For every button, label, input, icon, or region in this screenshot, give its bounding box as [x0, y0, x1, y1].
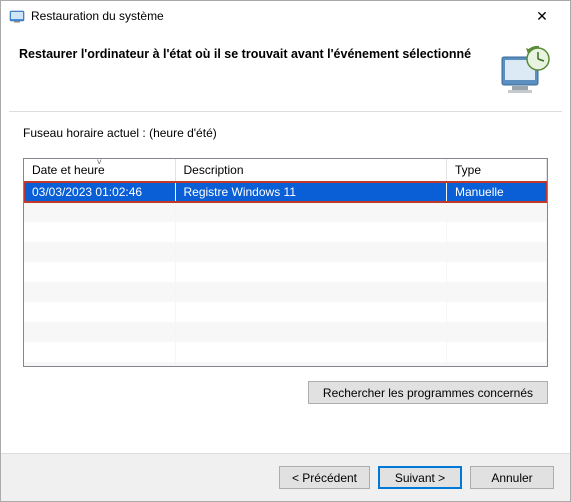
table-row-empty [24, 202, 547, 222]
col-type[interactable]: Type [447, 159, 547, 182]
cell-datetime: 03/03/2023 01:02:46 [24, 182, 175, 203]
system-restore-icon [9, 8, 25, 24]
wizard-footer: < Précédent Suivant > Annuler [1, 453, 570, 501]
table-row-empty [24, 262, 547, 282]
table-header-row: ˅ Date et heure Description Type [24, 159, 547, 182]
close-button[interactable]: ✕ [522, 2, 562, 30]
next-button[interactable]: Suivant > [378, 466, 462, 489]
cell-description: Registre Windows 11 [175, 182, 447, 203]
back-button[interactable]: < Précédent [279, 466, 370, 489]
wizard-header: Restaurer l'ordinateur à l'état où il se… [1, 31, 570, 99]
table-row-empty [24, 302, 547, 322]
content-area: Fuseau horaire actuel : (heure d'été) ˅ … [9, 111, 562, 414]
scan-affected-button[interactable]: Rechercher les programmes concernés [308, 381, 548, 404]
cancel-button[interactable]: Annuler [470, 466, 554, 489]
page-heading: Restaurer l'ordinateur à l'état où il se… [19, 43, 498, 61]
restore-points-table[interactable]: ˅ Date et heure Description Type 03/03/2… [23, 158, 548, 367]
table-row-empty [24, 322, 547, 342]
table-row-empty [24, 342, 547, 362]
restore-clock-icon [498, 43, 552, 97]
window-title: Restauration du système [31, 9, 522, 23]
table-row[interactable]: 03/03/2023 01:02:46 Registre Windows 11 … [24, 182, 547, 203]
col-description[interactable]: Description [175, 159, 447, 182]
titlebar: Restauration du système ✕ [1, 1, 570, 31]
cell-type: Manuelle [447, 182, 547, 203]
sort-desc-icon: ˅ [97, 158, 102, 167]
col-datetime[interactable]: ˅ Date et heure [24, 159, 175, 182]
table-row-empty [24, 362, 547, 367]
timezone-label: Fuseau horaire actuel : (heure d'été) [23, 126, 548, 140]
table-row-empty [24, 282, 547, 302]
table-row-empty [24, 222, 547, 242]
table-row-empty [24, 242, 547, 262]
